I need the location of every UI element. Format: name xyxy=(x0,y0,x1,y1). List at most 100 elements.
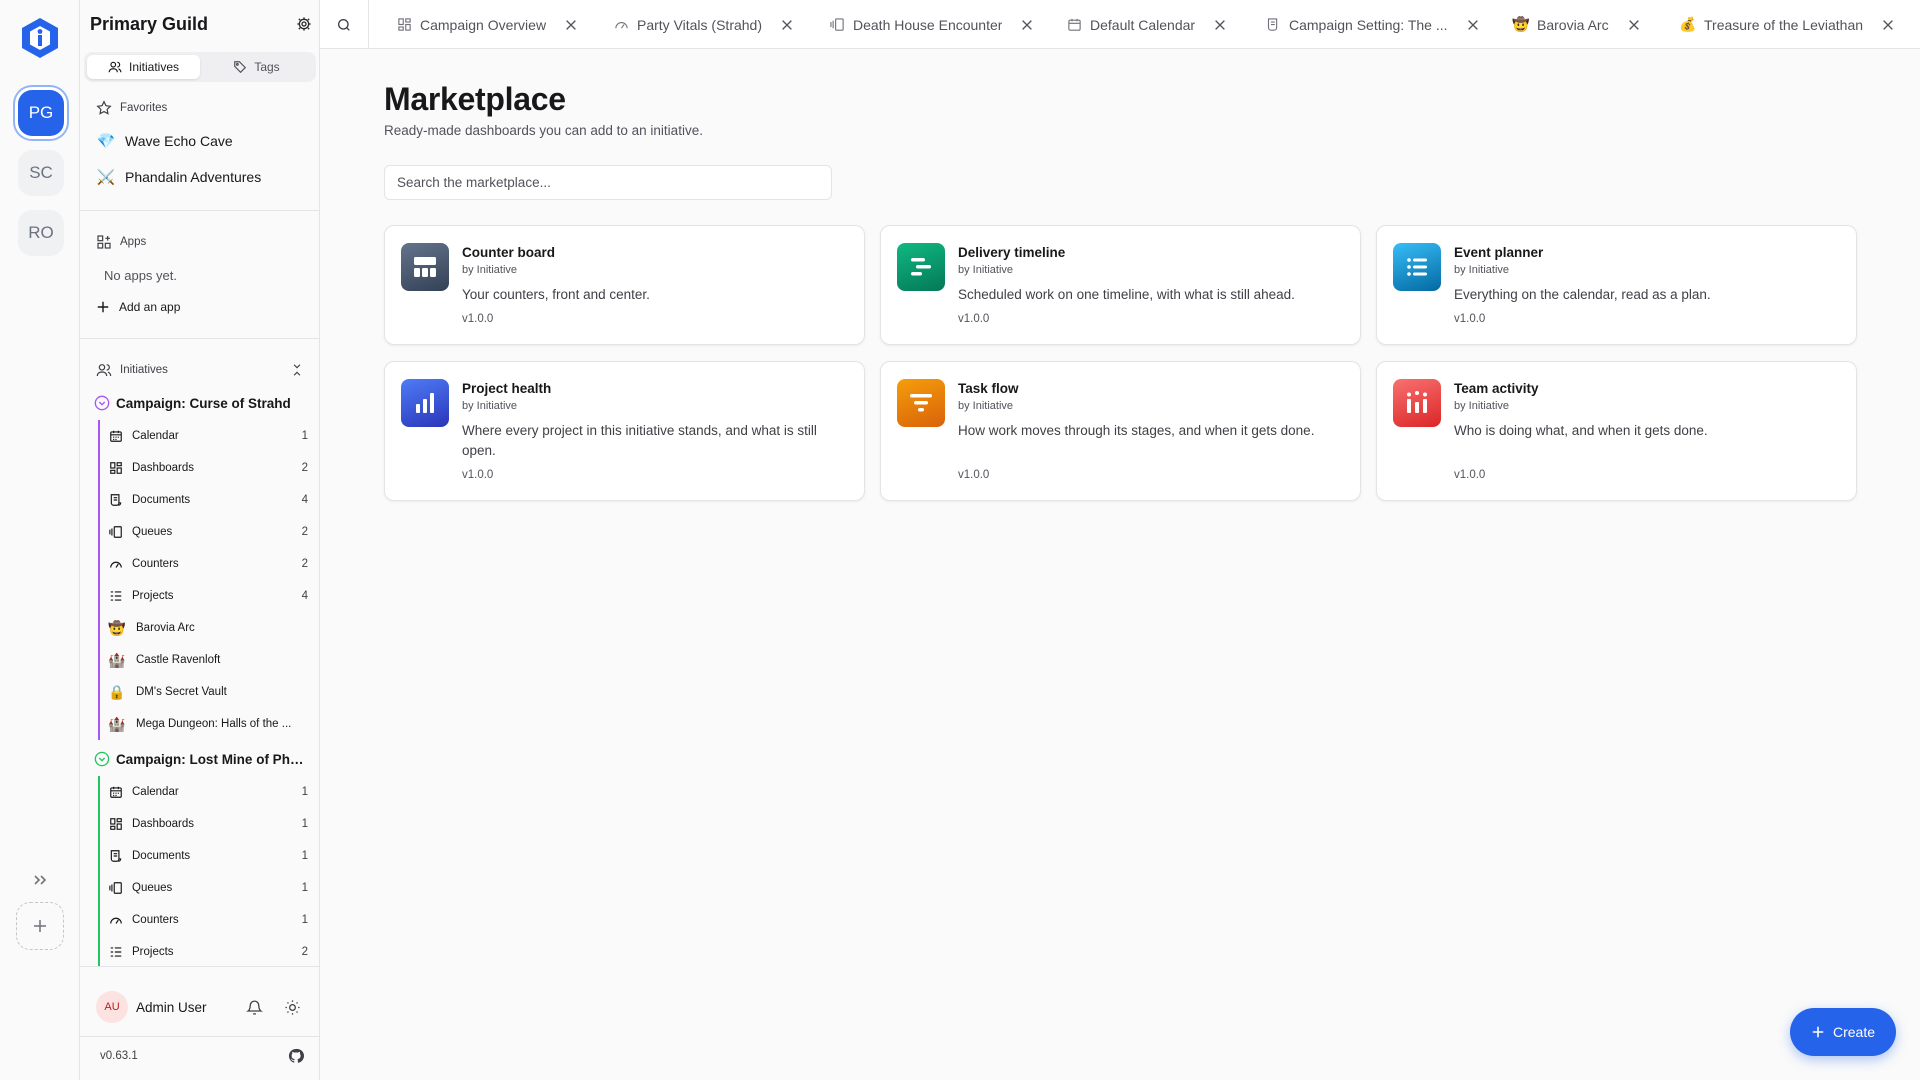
card-version: v1.0.0 xyxy=(1454,469,1486,481)
sidebar-item-calendar[interactable]: Calendar 1 xyxy=(108,425,308,447)
close-icon[interactable] xyxy=(564,18,578,32)
marketplace-card-delivery-timeline[interactable]: Delivery timeline by Initiative Schedule… xyxy=(880,225,1361,345)
sidebar-header: Primary Guild xyxy=(90,12,312,36)
project-item[interactable]: 🏰 Mega Dungeon: Halls of the ... xyxy=(108,713,308,735)
chevron-down-icon xyxy=(94,395,110,411)
theme-sun-icon[interactable] xyxy=(280,995,304,1019)
card-title: Task flow xyxy=(958,381,1019,396)
guild-pg[interactable]: PG xyxy=(18,90,64,136)
card-author: by Initiative xyxy=(462,400,518,412)
favorite-item[interactable]: ⚔️ Phandalin Adventures xyxy=(96,167,262,187)
card-author: by Initiative xyxy=(462,264,518,276)
card-title: Event planner xyxy=(1454,245,1544,260)
divider xyxy=(80,1036,320,1037)
campaign-curse-of-strahd[interactable]: Campaign: Curse of Strahd xyxy=(94,395,308,411)
sidebar-item-dashboards[interactable]: Dashboards 2 xyxy=(108,457,308,479)
marketplace-card-counter-board[interactable]: Counter board by Initiative Your counter… xyxy=(384,225,865,345)
card-description: How work moves through its stages, and w… xyxy=(958,423,1315,438)
sidebar-item-dashboards[interactable]: Dashboards 1 xyxy=(108,813,308,835)
tab-barovia-arc[interactable]: 🤠 Barovia Arc xyxy=(1512,0,1641,49)
calendar-icon xyxy=(108,428,124,444)
bell-icon[interactable] xyxy=(242,995,266,1019)
sidebar-item-counters[interactable]: Counters 1 xyxy=(108,909,308,931)
app-logo-icon[interactable] xyxy=(19,16,61,60)
sidebar-item-queues[interactable]: Queues 2 xyxy=(108,521,308,543)
dashboards-icon xyxy=(108,460,124,476)
lock-icon: 🔒 xyxy=(108,683,126,700)
project-item[interactable]: 🔒 DM's Secret Vault xyxy=(108,681,308,703)
dashboards-icon xyxy=(108,816,124,832)
guild-ro[interactable]: RO xyxy=(18,210,64,256)
card-author: by Initiative xyxy=(1454,400,1510,412)
favorite-item[interactable]: 💎 Wave Echo Cave xyxy=(96,131,233,151)
close-icon[interactable] xyxy=(1627,18,1641,32)
card-description: Everything on the calendar, read as a pl… xyxy=(1454,287,1711,302)
expand-rail-icon[interactable] xyxy=(28,868,52,892)
create-button[interactable]: Create xyxy=(1790,1008,1896,1056)
queues-icon xyxy=(108,880,124,896)
version-row: v0.63.1 xyxy=(100,1044,304,1068)
tab-death-house[interactable]: Death House Encounter xyxy=(829,0,1034,49)
project-item[interactable]: 🤠 Barovia Arc xyxy=(108,617,308,639)
close-icon[interactable] xyxy=(1020,18,1034,32)
card-title: Project health xyxy=(462,381,552,396)
tab-default-calendar[interactable]: Default Calendar xyxy=(1066,0,1227,49)
cowboy-icon: 🤠 xyxy=(108,619,126,636)
tab-treasure-of-the-leviathan[interactable]: 💰 Treasure of the Leviathan xyxy=(1679,0,1895,49)
marketplace-search-input[interactable] xyxy=(384,165,832,200)
divider xyxy=(80,210,320,211)
tab-bar: Campaign Overview Party Vitals (Strahd) … xyxy=(320,0,1920,49)
sidebar-item-projects[interactable]: Projects 2 xyxy=(108,941,308,963)
users-icon xyxy=(96,364,112,377)
tab-campaign-setting[interactable]: Campaign Setting: The ... xyxy=(1265,0,1480,49)
counters-icon xyxy=(108,556,124,572)
search-button[interactable] xyxy=(320,0,369,49)
sidebar-item-documents[interactable]: Documents 1 xyxy=(108,845,308,867)
close-icon[interactable] xyxy=(780,18,794,32)
guild-sc[interactable]: SC xyxy=(18,150,64,196)
projects-icon xyxy=(108,944,124,960)
card-author: by Initiative xyxy=(958,264,1014,276)
close-icon[interactable] xyxy=(1466,18,1480,32)
settings-gear-icon[interactable] xyxy=(296,16,312,32)
card-version: v1.0.0 xyxy=(462,313,494,325)
no-apps-text: No apps yet. xyxy=(104,268,177,283)
collapse-all-icon[interactable] xyxy=(290,363,304,377)
calendar-icon xyxy=(1066,17,1082,33)
sidebar-item-projects[interactable]: Projects 4 xyxy=(108,585,308,607)
add-guild-button[interactable] xyxy=(16,902,64,950)
marketplace-card-task-flow[interactable]: Task flow by Initiative How work moves t… xyxy=(880,361,1361,501)
close-icon[interactable] xyxy=(1881,18,1895,32)
cowboy-icon: 🤠 xyxy=(1512,16,1530,32)
tab-party-vitals[interactable]: Party Vitals (Strahd) xyxy=(613,0,794,49)
card-author: by Initiative xyxy=(958,400,1014,412)
activity-icon xyxy=(1393,379,1441,427)
sidebar-item-queues[interactable]: Queues 1 xyxy=(108,877,308,899)
tab-campaign-overview[interactable]: Campaign Overview xyxy=(396,0,578,49)
sidebar-item-counters[interactable]: Counters 2 xyxy=(108,553,308,575)
tab-tags[interactable]: Tags xyxy=(200,55,313,79)
divider xyxy=(80,966,320,967)
tab-initiatives[interactable]: Initiatives xyxy=(87,55,200,79)
marketplace-card-event-planner[interactable]: Event planner by Initiative Everything o… xyxy=(1376,225,1857,345)
campaign-lost-mine[interactable]: Campaign: Lost Mine of Pha... xyxy=(94,751,308,767)
funnel-icon xyxy=(897,379,945,427)
sidebar-view-toggle: Initiatives Tags xyxy=(84,52,316,82)
guild-title: Primary Guild xyxy=(90,13,209,34)
card-description: Scheduled work on one timeline, with wha… xyxy=(958,287,1295,302)
github-icon[interactable] xyxy=(288,1048,304,1064)
close-icon[interactable] xyxy=(1213,18,1227,32)
favorites-label: Favorites xyxy=(96,100,167,116)
project-item[interactable]: 🏰 Castle Ravenloft xyxy=(108,649,308,671)
card-title: Team activity xyxy=(1454,381,1539,396)
apps-grid-icon xyxy=(97,235,111,249)
marketplace-card-team-activity[interactable]: Team activity by Initiative Who is doing… xyxy=(1376,361,1857,501)
sidebar-item-documents[interactable]: Documents 4 xyxy=(108,489,308,511)
card-title: Delivery timeline xyxy=(958,245,1066,260)
add-app-button[interactable]: Add an app xyxy=(96,300,180,314)
user-menu[interactable]: AU Admin User xyxy=(96,990,304,1024)
marketplace-card-project-health[interactable]: Project health by Initiative Where every… xyxy=(384,361,865,501)
documents-icon xyxy=(108,848,124,864)
castle-icon: 🏰 xyxy=(108,715,126,732)
sidebar-item-calendar[interactable]: Calendar 1 xyxy=(108,781,308,803)
